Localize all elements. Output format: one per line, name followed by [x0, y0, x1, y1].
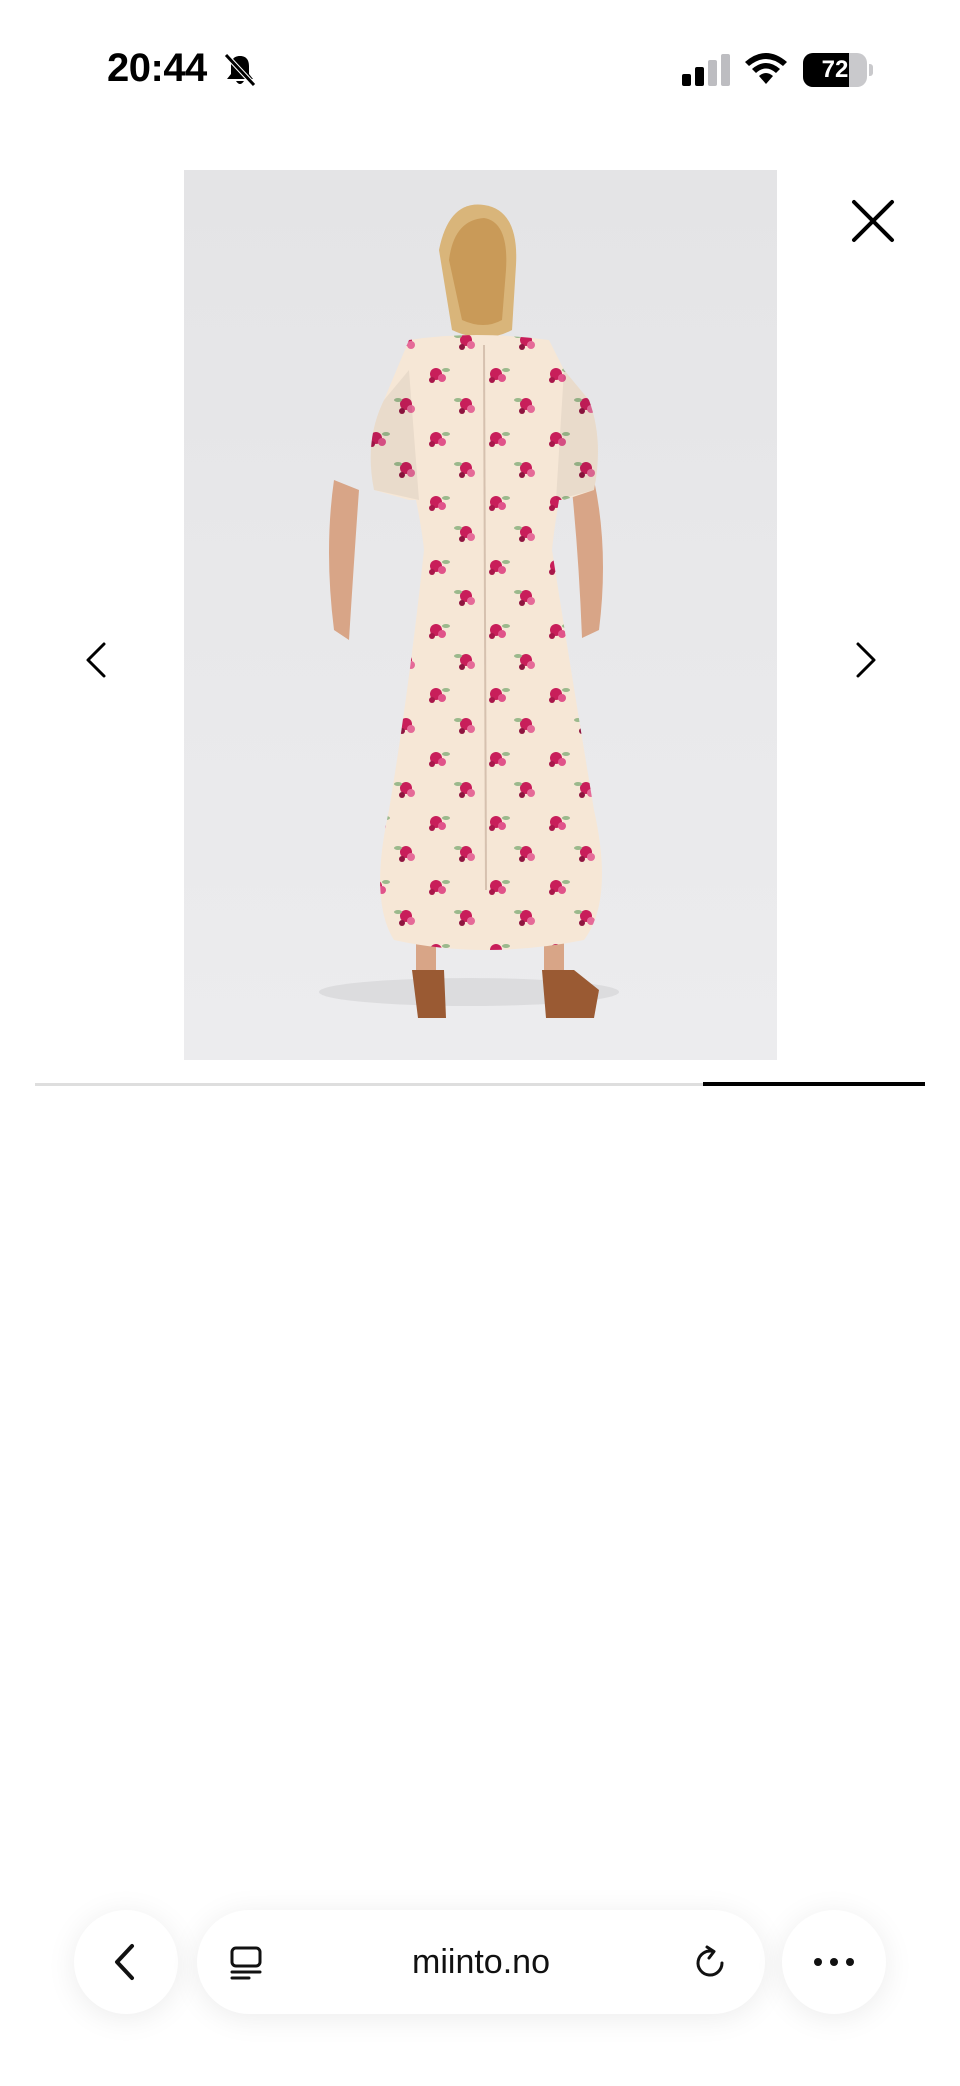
- product-image[interactable]: [184, 170, 777, 1060]
- more-button[interactable]: [782, 1910, 886, 2014]
- url-text: miinto.no: [412, 1943, 550, 1981]
- dress-photo: [319, 204, 619, 1018]
- bell-slash-icon: [224, 53, 256, 87]
- close-icon[interactable]: [848, 196, 898, 246]
- back-button[interactable]: [74, 1910, 178, 2014]
- chevron-left-icon: [115, 1944, 134, 1980]
- signal-icon: [682, 54, 730, 86]
- gallery-progress-active: [702, 1082, 925, 1086]
- status-time: 20:44: [107, 46, 207, 90]
- reload-icon[interactable]: [691, 1944, 729, 1982]
- status-bar: 20:44 72: [0, 0, 960, 130]
- gallery-progress: [35, 1082, 925, 1086]
- wifi-icon: [745, 53, 787, 84]
- chevron-right-icon[interactable]: [848, 640, 884, 680]
- address-bar[interactable]: miinto.no: [197, 1910, 765, 2014]
- browser-toolbar: miinto.no: [0, 1880, 960, 2040]
- more-dots-icon: [814, 1958, 854, 1966]
- battery-indicator: 72: [803, 53, 873, 87]
- chevron-left-icon[interactable]: [78, 640, 114, 680]
- battery-percent: 72: [821, 56, 849, 83]
